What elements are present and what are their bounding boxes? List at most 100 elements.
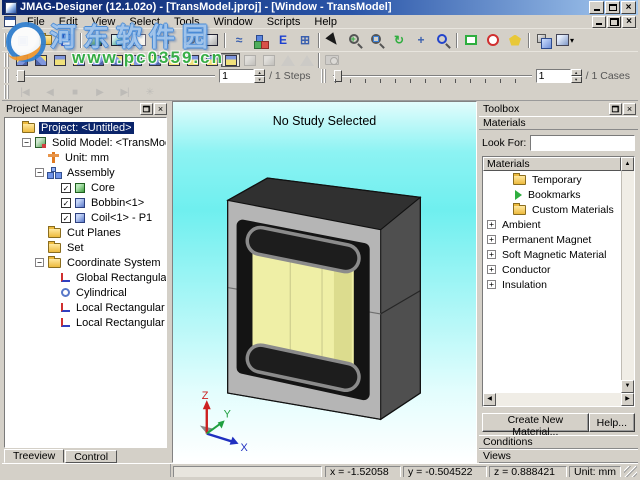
menu-edit[interactable]: Edit xyxy=(52,15,85,29)
menu-tools[interactable]: Tools xyxy=(167,15,207,29)
tree-item-global-rectangular[interactable]: Global Rectangular xyxy=(5,270,166,285)
view-side-button[interactable] xyxy=(202,53,221,67)
vertical-scrollbar[interactable] xyxy=(621,171,634,393)
expand-icon[interactable]: + xyxy=(487,265,496,274)
view-zx-plus-button[interactable] xyxy=(88,53,107,67)
copy-image-button[interactable] xyxy=(532,30,554,50)
tree-item-bobbin-1[interactable]: ✓Bobbin<1> xyxy=(5,195,166,210)
case-slider[interactable] xyxy=(333,69,532,83)
case-up-button[interactable]: ▲ xyxy=(571,69,582,76)
tree-item-permanent-magnet[interactable]: +Permanent Magnet xyxy=(483,232,621,247)
maximize-button[interactable] xyxy=(605,1,620,14)
visibility-checkbox[interactable]: ✓ xyxy=(61,198,71,208)
horizontal-scroll-track[interactable] xyxy=(496,393,621,406)
view-preset-button[interactable]: ▾ xyxy=(554,30,576,50)
tree-item-solid-model-transmodel[interactable]: −Solid Model: <TransModel> xyxy=(5,135,166,150)
view-zx-minus-button[interactable] xyxy=(107,53,126,67)
tree-item-custom-materials[interactable]: Custom Materials xyxy=(483,202,621,217)
save-project-button[interactable] xyxy=(56,30,78,50)
tree-item-ambient[interactable]: +Ambient xyxy=(483,217,621,232)
menu-select[interactable]: Select xyxy=(122,15,167,29)
tree-item-local-rectangular-z-x-y[interactable]: Local Rectangular (Z-X-Y) xyxy=(5,315,166,330)
close-toolbox-button[interactable]: × xyxy=(623,103,636,115)
tree-item-set[interactable]: Set xyxy=(5,240,166,255)
help-button[interactable]: Help... xyxy=(589,413,635,432)
material-library-button[interactable] xyxy=(250,30,272,50)
menu-file[interactable]: File xyxy=(20,15,52,29)
view-xy-minus-button[interactable] xyxy=(31,53,50,67)
zoom-cursor-button[interactable] xyxy=(432,30,454,50)
case-down-button[interactable]: ▼ xyxy=(571,76,582,83)
menu-help[interactable]: Help xyxy=(307,15,344,29)
tree-item-coordinate-system[interactable]: −Coordinate System xyxy=(5,255,166,270)
step-up-button[interactable]: ▲ xyxy=(254,69,265,76)
toolbar-grip[interactable] xyxy=(4,53,9,67)
horizontal-scrollbar[interactable]: ◀ ▶ xyxy=(483,393,634,406)
toolbar-grip[interactable] xyxy=(4,33,9,47)
tree-item-cylindrical[interactable]: Cylindrical xyxy=(5,285,166,300)
step-input[interactable] xyxy=(219,69,254,83)
tree-item-conductor[interactable]: +Conductor xyxy=(483,262,621,277)
view-xy-plus-button[interactable] xyxy=(12,53,31,67)
import-model-button[interactable] xyxy=(106,30,128,50)
tree-item-bookmarks[interactable]: Bookmarks xyxy=(483,187,621,202)
primitive-cylinder-button[interactable] xyxy=(178,30,200,50)
look-for-input[interactable] xyxy=(530,135,635,151)
visibility-checkbox[interactable]: ✓ xyxy=(61,183,71,193)
tree-item-core[interactable]: ✓Core xyxy=(5,180,166,195)
new-project-button[interactable]: ▣ xyxy=(12,30,34,50)
tab-treeview[interactable]: Treeview xyxy=(4,449,64,463)
expand-icon[interactable]: + xyxy=(487,220,496,229)
collapse-icon[interactable]: − xyxy=(35,168,44,177)
visibility-checkbox[interactable]: ✓ xyxy=(61,213,71,223)
viewport-3d[interactable]: No Study Selected xyxy=(172,101,477,463)
expand-icon[interactable]: + xyxy=(487,250,496,259)
tree-item-cut-planes[interactable]: Cut Planes xyxy=(5,225,166,240)
case-input[interactable] xyxy=(536,69,571,83)
collapse-icon[interactable]: − xyxy=(22,138,31,147)
step-slider[interactable] xyxy=(16,69,215,83)
scroll-left-button[interactable]: ◀ xyxy=(483,393,496,406)
primitive-cube-button[interactable] xyxy=(200,30,222,50)
scroll-up-button[interactable]: ▲ xyxy=(621,157,634,171)
geometry-editor-button[interactable] xyxy=(84,30,106,50)
float-panel-button[interactable] xyxy=(140,103,153,115)
mdi-restore-button[interactable] xyxy=(607,16,621,28)
select-polygon-button[interactable] xyxy=(504,30,526,50)
close-button[interactable]: × xyxy=(621,1,636,14)
open-project-button[interactable] xyxy=(34,30,56,50)
tree-item-insulation[interactable]: +Insulation xyxy=(483,277,621,292)
equation-editor-button[interactable]: E xyxy=(272,30,294,50)
toolbar-grip[interactable] xyxy=(4,85,9,99)
rotate-view-button[interactable]: ↻ xyxy=(388,30,410,50)
scroll-down-button[interactable]: ▼ xyxy=(621,380,634,393)
fit-to-window-button[interactable]: ⊞ xyxy=(294,30,316,50)
tree-item-soft-magnetic-material[interactable]: +Soft Magnetic Material xyxy=(483,247,621,262)
case-slider-thumb[interactable] xyxy=(334,70,342,82)
expand-icon[interactable]: + xyxy=(487,235,496,244)
resize-grip[interactable] xyxy=(624,466,637,479)
view-iso-2-button[interactable] xyxy=(145,53,164,67)
mdi-minimize-button[interactable] xyxy=(592,16,606,28)
view-back-button[interactable] xyxy=(183,53,202,67)
expand-icon[interactable]: + xyxy=(487,280,496,289)
view-yz-minus-button[interactable] xyxy=(69,53,88,67)
view-iso-1-button[interactable] xyxy=(126,53,145,67)
tree-item-coil-1-p1[interactable]: ✓Coil<1> - P1 xyxy=(5,210,166,225)
toolbar-grip[interactable] xyxy=(4,69,9,83)
zoom-in-button[interactable] xyxy=(344,30,366,50)
float-toolbox-button[interactable] xyxy=(609,103,622,115)
minimize-button[interactable] xyxy=(589,1,604,14)
mdi-close-button[interactable]: × xyxy=(622,16,636,28)
menu-scripts[interactable]: Scripts xyxy=(260,15,308,29)
view-front-button[interactable] xyxy=(164,53,183,67)
measure-button[interactable]: ‖ xyxy=(156,30,178,50)
section-views[interactable]: Views xyxy=(479,449,638,463)
tree-item-temporary[interactable]: Temporary xyxy=(483,172,621,187)
tab-control[interactable]: Control xyxy=(65,450,117,463)
graph-manager-button[interactable]: ≈ xyxy=(228,30,250,50)
scroll-right-button[interactable]: ▶ xyxy=(621,393,634,406)
collapse-icon[interactable]: − xyxy=(35,258,44,267)
close-panel-button[interactable]: × xyxy=(154,103,167,115)
menu-window[interactable]: Window xyxy=(207,15,260,29)
